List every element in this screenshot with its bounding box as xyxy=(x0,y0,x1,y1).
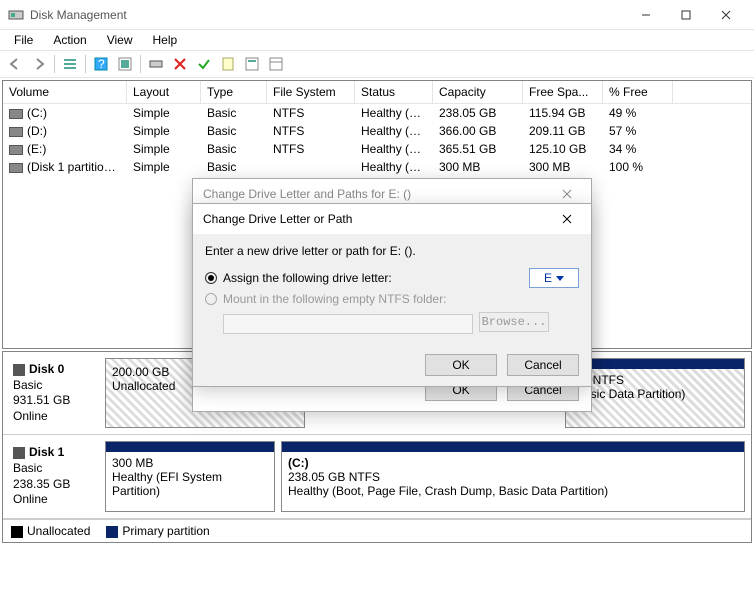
settings-icon[interactable] xyxy=(265,53,287,75)
partition[interactable]: GB NTFS(Basic Data Partition) xyxy=(565,358,745,428)
mount-label: Mount in the following empty NTFS folder… xyxy=(223,292,446,306)
col-status[interactable]: Status xyxy=(355,81,433,103)
col-free[interactable]: Free Spa... xyxy=(523,81,603,103)
col-volume[interactable]: Volume xyxy=(3,81,127,103)
window-title: Disk Management xyxy=(30,8,626,22)
volume-row[interactable]: (E:) SimpleBasicNTFSHealthy (B...365.51 … xyxy=(3,140,751,158)
volume-row[interactable]: (D:) SimpleBasicNTFSHealthy (B...366.00 … xyxy=(3,122,751,140)
close-icon[interactable] xyxy=(553,207,581,231)
maximize-button[interactable] xyxy=(666,1,706,29)
volume-icon xyxy=(9,145,23,155)
mount-radio[interactable] xyxy=(205,293,217,305)
menu-view[interactable]: View xyxy=(99,31,141,49)
disk-icon xyxy=(13,364,25,376)
back-icon[interactable] xyxy=(4,53,26,75)
drive-letter-select[interactable]: E xyxy=(529,268,579,288)
close-button[interactable] xyxy=(706,1,746,29)
volume-icon xyxy=(9,109,23,119)
col-pct[interactable]: % Free xyxy=(603,81,673,103)
col-type[interactable]: Type xyxy=(201,81,267,103)
menu-help[interactable]: Help xyxy=(145,31,186,49)
svg-text:?: ? xyxy=(98,57,105,71)
check-icon[interactable] xyxy=(193,53,215,75)
menubar: File Action View Help xyxy=(0,30,754,50)
partition[interactable]: 300 MBHealthy (EFI System Partition) xyxy=(105,441,275,511)
col-fs[interactable]: File System xyxy=(267,81,355,103)
chevron-down-icon xyxy=(556,276,564,281)
legend: Unallocated Primary partition xyxy=(3,519,751,542)
disk-info[interactable]: Disk 1 Basic238.35 GBOnline xyxy=(9,441,99,511)
titlebar: Disk Management xyxy=(0,0,754,30)
app-icon xyxy=(8,7,24,23)
properties-icon[interactable] xyxy=(241,53,263,75)
col-capacity[interactable]: Capacity xyxy=(433,81,523,103)
menu-action[interactable]: Action xyxy=(45,31,94,49)
help-icon[interactable]: ? xyxy=(90,53,112,75)
legend-swatch-primary xyxy=(106,526,118,538)
dialog-title: Change Drive Letter and Paths for E: () xyxy=(203,187,553,201)
folder-input xyxy=(223,314,473,334)
volume-row[interactable]: (Disk 1 partition 1) SimpleBasicHealthy … xyxy=(3,158,751,176)
minimize-button[interactable] xyxy=(626,1,666,29)
list-icon[interactable] xyxy=(59,53,81,75)
toolbar: ? xyxy=(0,50,754,78)
legend-swatch-unallocated xyxy=(11,526,23,538)
assign-radio[interactable] xyxy=(205,272,217,284)
partition[interactable]: (C:) 238.05 GB NTFSHealthy (Boot, Page F… xyxy=(281,441,745,511)
assign-label: Assign the following drive letter: xyxy=(223,271,392,285)
cancel-button[interactable]: Cancel xyxy=(507,354,579,376)
disk-icon xyxy=(13,447,25,459)
volume-icon xyxy=(9,127,23,137)
col-layout[interactable]: Layout xyxy=(127,81,201,103)
column-headers: Volume Layout Type File System Status Ca… xyxy=(3,81,751,104)
delete-icon[interactable] xyxy=(169,53,191,75)
dialog-title: Change Drive Letter or Path xyxy=(203,212,553,226)
disk-row: Disk 1 Basic238.35 GBOnline 300 MBHealth… xyxy=(3,435,751,518)
change-letter-dialog: Change Drive Letter or Path Enter a new … xyxy=(192,203,592,387)
dialog-prompt: Enter a new drive letter or path for E: … xyxy=(205,244,579,258)
forward-icon[interactable] xyxy=(28,53,50,75)
browse-button: Browse... xyxy=(479,312,549,332)
volume-icon xyxy=(9,163,23,173)
volume-row[interactable]: (C:) SimpleBasicNTFSHealthy (B...238.05 … xyxy=(3,104,751,122)
new-icon[interactable] xyxy=(217,53,239,75)
refresh-icon[interactable] xyxy=(114,53,136,75)
menu-file[interactable]: File xyxy=(6,31,41,49)
ok-button[interactable]: OK xyxy=(425,354,497,376)
disk-info[interactable]: Disk 0 Basic931.51 GBOnline xyxy=(9,358,99,428)
drive-icon[interactable] xyxy=(145,53,167,75)
